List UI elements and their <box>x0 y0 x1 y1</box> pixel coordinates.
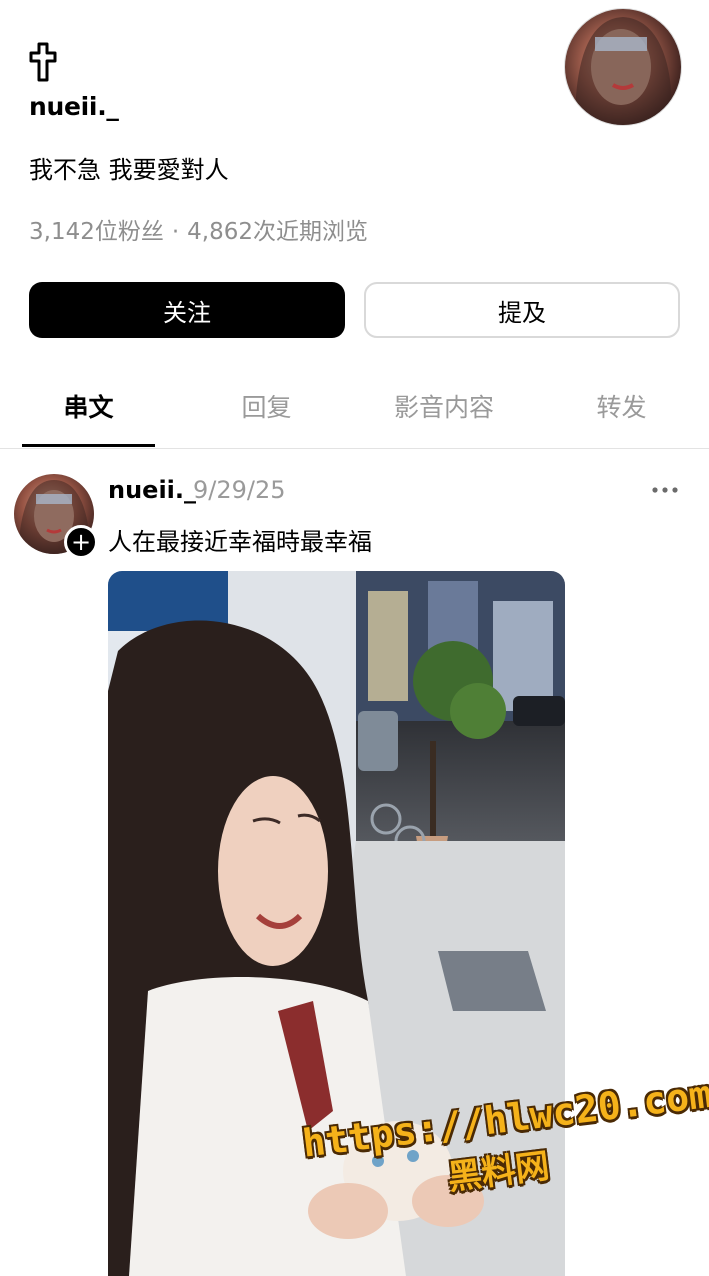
post-date: 9/29/25 <box>193 476 286 504</box>
active-tab-indicator <box>22 444 155 447</box>
followers-count[interactable]: 3,142位粉丝 <box>29 219 164 245</box>
follow-button[interactable]: 关注 <box>29 282 345 338</box>
recent-views-count: 4,862次近期浏览 <box>187 219 369 245</box>
profile-tabs: 串文 回复 影音内容 转发 <box>0 380 709 449</box>
profile-bio: 我不急 我要愛對人 <box>29 156 229 184</box>
profile-username: nueii._ <box>29 92 119 121</box>
profile-stats: 3,142位粉丝 · 4,862次近期浏览 <box>29 212 368 246</box>
tab-threads[interactable]: 串文 <box>22 380 155 446</box>
mention-button[interactable]: 提及 <box>364 282 680 338</box>
more-horizontal-icon[interactable] <box>650 480 680 500</box>
tab-reposts[interactable]: 转发 <box>555 380 688 446</box>
post-username[interactable]: nueii._ <box>108 476 196 504</box>
profile-page: nueii._ 我不急 我要愛對人 3,142位粉丝 · 4,862次近期浏览 关注… <box>0 0 709 1276</box>
plus-icon[interactable]: + <box>64 525 98 559</box>
profile-avatar[interactable] <box>564 8 682 126</box>
latin-cross-icon <box>29 42 57 82</box>
stats-separator: · <box>171 219 180 245</box>
tab-replies[interactable]: 回复 <box>200 380 333 446</box>
post-text: 人在最接近幸福時最幸福 <box>108 528 372 556</box>
tab-media[interactable]: 影音内容 <box>376 380 512 446</box>
